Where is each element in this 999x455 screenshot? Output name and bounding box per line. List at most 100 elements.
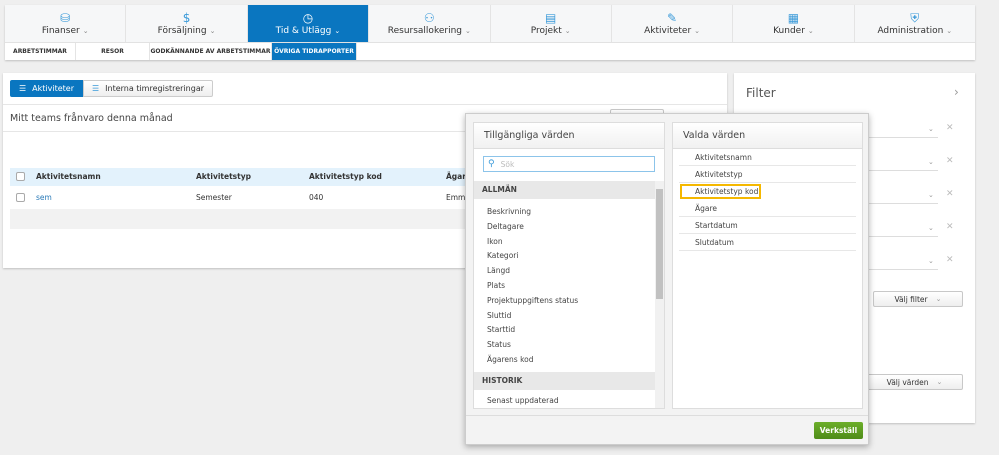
chevron-down-icon[interactable]: ⌄ [928, 158, 934, 166]
selected-item[interactable]: Aktivitetsnamn [679, 149, 856, 166]
cell: Semester [196, 193, 232, 202]
choose-values-button[interactable]: Välj värden ⌄ [866, 374, 963, 390]
pencil-icon: ✎ [667, 11, 678, 25]
list-item[interactable]: Senast uppdaterad [474, 394, 655, 408]
chevron-right-icon[interactable]: › [954, 85, 959, 99]
scrollbar-thumb[interactable] [656, 189, 663, 299]
chevron-down-icon: ⌄ [334, 27, 341, 35]
selected-values-panel: Valda värden Aktivitetsnamn Aktivitetsty… [672, 122, 863, 409]
page-title: Mitt teams frånvaro denna månad [10, 113, 173, 124]
chevron-down-icon: ⌄ [935, 295, 942, 303]
list-icon: ☰ [92, 84, 100, 93]
close-icon[interactable]: ✕ [946, 123, 954, 133]
tab-aktiviteter[interactable]: ☰ Aktiviteter [10, 80, 83, 97]
users-icon: ⚇ [423, 11, 435, 25]
tab-label: Aktiviteter [32, 84, 74, 93]
list-item[interactable]: Kategori [474, 249, 655, 264]
list-item[interactable]: Ikon [474, 235, 655, 250]
chevron-down-icon: ⌄ [209, 27, 216, 35]
choose-filter-button[interactable]: Välj filter ⌄ [873, 291, 963, 307]
search-icon: ⚲ [488, 159, 495, 169]
main-navigation: ⛁ Finanser ⌄ $ Försäljning ⌄ ◷ Tid & Utlägg ⌄ … [5, 5, 975, 60]
list-item[interactable]: Längd [474, 264, 655, 279]
chevron-down-icon: ⌄ [936, 378, 943, 386]
button-label: Välj värden [886, 377, 929, 387]
list-item[interactable]: Plats [474, 279, 655, 294]
shield-icon: ⛨ [910, 11, 920, 25]
activity-link[interactable]: sem [36, 193, 52, 202]
nav-aktiviteter[interactable]: ✎ Aktiviteter ⌄ [612, 5, 734, 42]
tab-interna-timregistreringar[interactable]: ☰ Interna timregistreringar [83, 80, 214, 97]
search-placeholder: Sök [500, 159, 515, 169]
list-item[interactable]: Deltagare [474, 220, 655, 235]
selected-item[interactable]: Aktivitetstyp [679, 166, 856, 183]
subnav-resor[interactable]: RESOR [76, 43, 150, 60]
selected-item-highlighted[interactable]: Aktivitetstyp kod [679, 183, 762, 200]
clock-icon: ◷ [302, 11, 314, 25]
group-header: HISTORIK [474, 371, 655, 390]
nav-administration[interactable]: ⛨ Administration ⌄ [855, 5, 975, 42]
subnav-godkannande[interactable]: GODKÄNNANDE AV ARBETSTIMMAR [150, 43, 272, 60]
chevron-down-icon[interactable]: ⌄ [928, 224, 934, 232]
nav-forsaljning[interactable]: $ Försäljning ⌄ [126, 5, 248, 42]
list-item[interactable]: Ägarens kod [474, 353, 655, 368]
nav-label: Försäljning [157, 26, 207, 36]
chevron-down-icon: ⌄ [807, 27, 814, 35]
folder-icon: ▤ [545, 11, 557, 25]
chevron-down-icon[interactable]: ⌄ [928, 125, 934, 133]
divider [3, 104, 727, 105]
close-icon[interactable]: ✕ [946, 189, 954, 199]
nav-tid-utlagg[interactable]: ◷ Tid & Utlägg ⌄ [247, 5, 370, 42]
search-input[interactable]: ⚲ Sök [483, 156, 655, 172]
chevron-down-icon: ⌄ [946, 27, 953, 35]
chevron-down-icon[interactable]: ⌄ [928, 191, 934, 199]
nav-projekt[interactable]: ▤ Projekt ⌄ [491, 5, 612, 42]
selected-item[interactable]: Slutdatum [679, 234, 856, 251]
list-item[interactable]: Projektuppgiftens status [474, 294, 655, 309]
close-icon[interactable]: ✕ [946, 156, 954, 166]
column-header[interactable]: Aktivitetstyp [196, 172, 251, 181]
available-values-panel: Tillgängliga värden ⚲ Sök ALLMÄN Beskriv… [473, 122, 665, 409]
column-header[interactable]: Aktivitetstyp kod [309, 172, 382, 181]
nav-label: Projekt [530, 26, 562, 36]
close-icon[interactable]: ✕ [946, 255, 954, 265]
list-icon: ☰ [19, 84, 27, 93]
chevron-down-icon: ⌄ [82, 27, 89, 35]
choose-values-popup: Tillgängliga värden ⚲ Sök ALLMÄN Beskriv… [465, 113, 869, 445]
list-item[interactable]: Sluttid [474, 309, 655, 324]
nav-label: Resursallokering [387, 26, 462, 36]
dollar-icon: $ [182, 11, 191, 25]
scrollbar[interactable] [655, 181, 664, 408]
divider [466, 415, 868, 416]
subnav-ovriga-tidrapporter[interactable]: ÖVRIGA TIDRAPPORTER [272, 43, 357, 60]
available-list: ALLMÄN Beskrivning Deltagare Ikon Katego… [474, 181, 664, 408]
select-all-checkbox[interactable] [16, 172, 25, 181]
selected-item[interactable]: Startdatum [679, 217, 856, 234]
building-icon: ▦ [787, 11, 800, 25]
filter-title: Filter [746, 86, 776, 100]
panel-title: Tillgängliga värden [474, 123, 664, 149]
tab-label: Interna timregistreringar [105, 84, 205, 93]
nav-resursallokering[interactable]: ⚇ Resursallokering ⌄ [369, 5, 491, 42]
list-item[interactable]: Beskrivning [474, 205, 655, 220]
chevron-down-icon: ⌄ [465, 27, 471, 35]
nav-label: Aktiviteter [644, 26, 692, 36]
button-label: Välj filter [894, 294, 928, 304]
apply-button[interactable]: Verkställ [814, 422, 863, 439]
list-item[interactable]: Status [474, 338, 655, 353]
chevron-down-icon: ⌄ [694, 27, 701, 35]
chevron-down-icon: ⌄ [564, 27, 571, 35]
chevron-down-icon[interactable]: ⌄ [928, 257, 934, 265]
list-item[interactable]: Starttid [474, 323, 655, 338]
close-icon[interactable]: ✕ [946, 222, 954, 232]
panel-title: Valda värden [673, 123, 862, 149]
nav-label: Kunder [773, 26, 805, 36]
selected-item[interactable]: Ägare [679, 200, 856, 217]
group-header: ALLMÄN [474, 181, 655, 199]
cell: 040 [309, 193, 324, 202]
row-checkbox[interactable] [16, 193, 25, 202]
column-header[interactable]: Aktivitetsnamn [36, 172, 101, 181]
nav-kunder[interactable]: ▦ Kunder ⌄ [733, 5, 855, 42]
subnav-arbetstimmar[interactable]: ARBETSTIMMAR [5, 43, 76, 60]
nav-finanser[interactable]: ⛁ Finanser ⌄ [5, 5, 127, 42]
